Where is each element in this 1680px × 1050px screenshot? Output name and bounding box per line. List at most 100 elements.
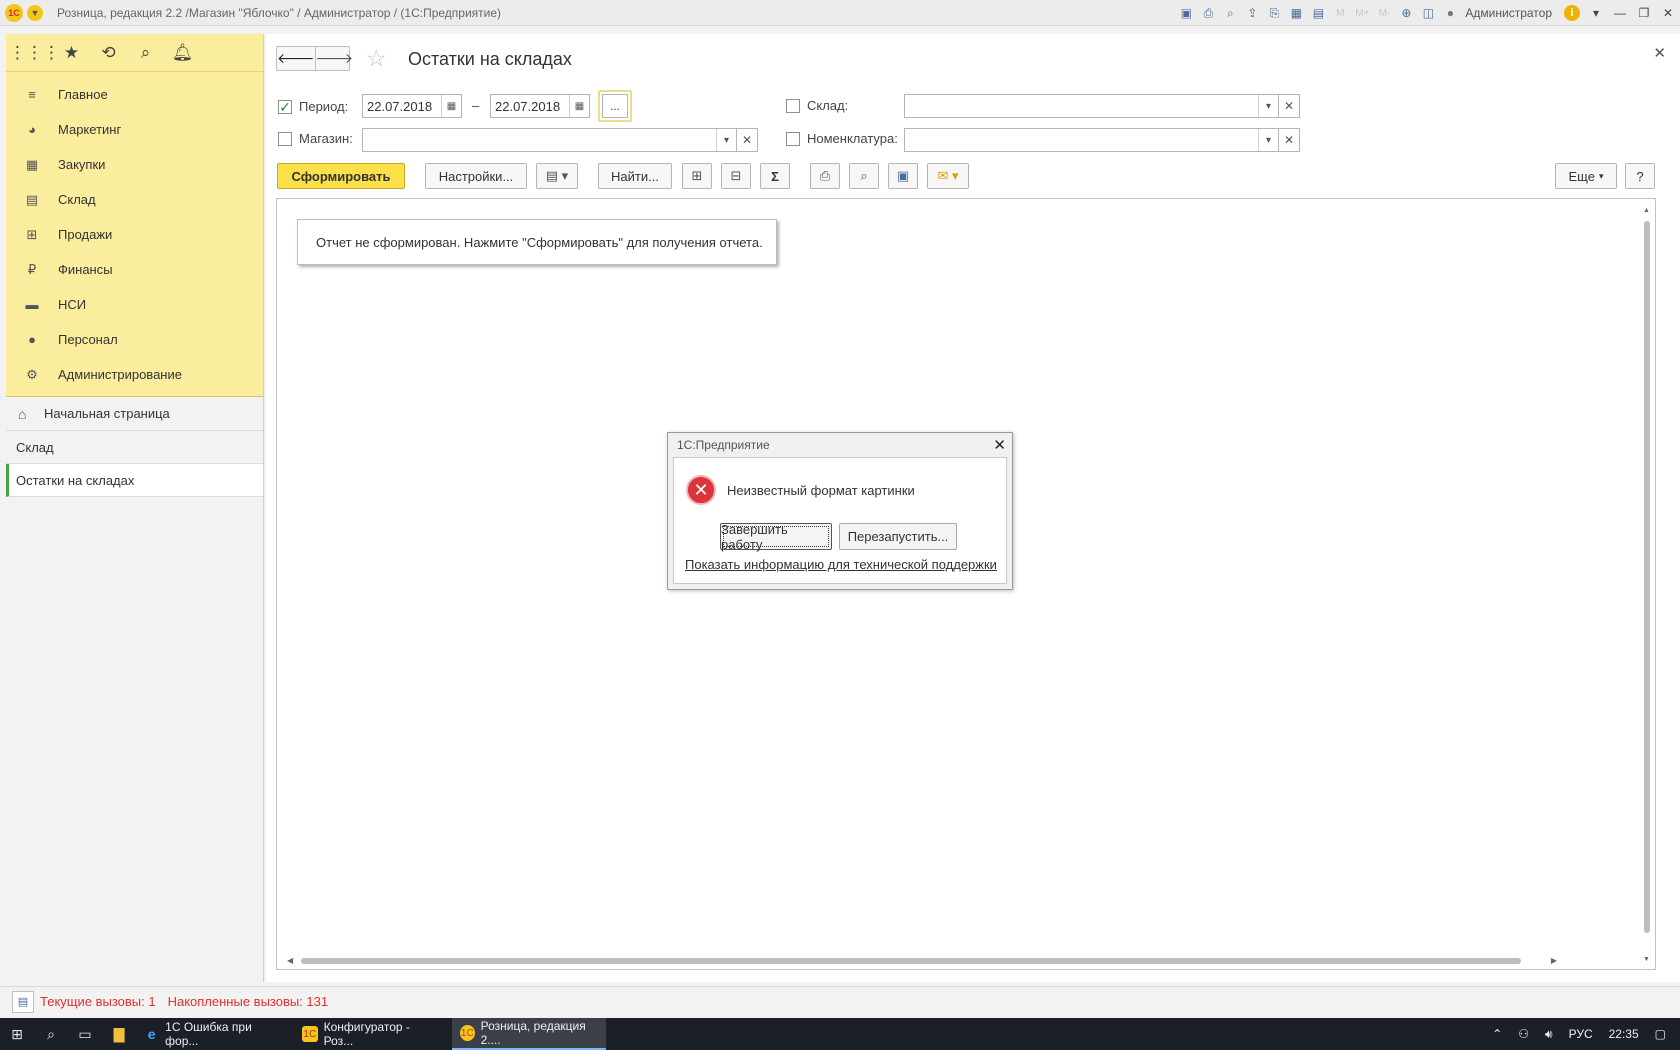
nomenclature-input[interactable]: ▾ <box>904 128 1279 152</box>
restore-button[interactable]: ❐ <box>1632 0 1656 26</box>
app-logo-icon[interactable]: 1С <box>5 3 23 22</box>
user-icon: ● <box>1446 6 1455 20</box>
task-view-icon[interactable]: ▭ <box>68 1018 102 1050</box>
vertical-scroll-thumb[interactable] <box>1644 221 1650 933</box>
find-button[interactable]: Найти... <box>598 163 672 189</box>
settings-button[interactable]: Настройки... <box>425 163 527 189</box>
retail-1c-icon: 1C <box>460 1025 475 1041</box>
calendar-icon[interactable]: ▦ <box>569 95 589 117</box>
tech-support-link[interactable]: Показать информацию для технической подд… <box>685 557 997 572</box>
period-select-button[interactable]: ... <box>598 90 632 122</box>
nav-item-warehouse[interactable]: Склад <box>6 431 263 464</box>
taskbar-app-retail[interactable]: 1C Розница, редакция 2.... <box>452 1018 606 1050</box>
date-to-field[interactable]: 22.07.2018 ▦ <box>490 94 590 118</box>
network-icon[interactable]: ⚇ <box>1518 1027 1529 1041</box>
warehouse-clear-icon[interactable]: ✕ <box>1278 94 1300 118</box>
section-warehouse[interactable]: ▤ Склад <box>6 182 263 217</box>
back-arrow-icon[interactable]: 🡐 <box>277 47 316 70</box>
user-name[interactable]: Администратор <box>1465 6 1552 20</box>
notifications-bell-icon[interactable]: 🔔︎ <box>164 38 201 68</box>
link-icon[interactable]: ⇪ <box>1244 5 1260 21</box>
chevron-down-icon[interactable]: ▾ <box>1258 95 1278 117</box>
status-bar: ▤ Текущие вызовы: 1 Накопленные вызовы: … <box>0 986 1680 1016</box>
generate-button[interactable]: Сформировать <box>277 163 405 189</box>
calendar-icon[interactable]: ▦ <box>441 95 461 117</box>
section-label: Главное <box>58 87 108 102</box>
section-marketing[interactable]: ◕ Маркетинг <box>6 112 263 147</box>
more-button[interactable]: Еще ▾ <box>1555 163 1617 189</box>
print-icon[interactable]: ⎙ <box>1200 5 1216 21</box>
search-icon[interactable]: ⌕ <box>34 1018 68 1050</box>
send-email-button[interactable]: ✉ ▾ <box>927 163 969 189</box>
apps-grid-icon[interactable]: ⋮⋮⋮ <box>9 38 60 68</box>
notifications-icon[interactable]: ▢ <box>1655 1027 1666 1041</box>
warehouse-input[interactable]: ▾ <box>904 94 1279 118</box>
period-checkbox[interactable]: ✓ <box>278 99 292 114</box>
vertical-scrollbar[interactable]: ▲ ▼ <box>1643 207 1651 963</box>
section-purchases[interactable]: ▦ Закупки <box>6 147 263 182</box>
favorites-star-icon[interactable]: ★ <box>53 38 90 68</box>
store-input[interactable]: ▾ <box>362 128 737 152</box>
file-explorer-icon[interactable]: ▇ <box>102 1018 136 1050</box>
restart-button[interactable]: Перезапустить... <box>839 523 957 550</box>
section-nsi[interactable]: ▬ НСИ <box>6 287 263 322</box>
keyboard-language[interactable]: РУС <box>1569 1027 1593 1041</box>
search-icon[interactable]: ⌕ <box>127 38 164 68</box>
scroll-down-icon[interactable]: ▼ <box>1643 956 1650 963</box>
main-menu-icon[interactable]: ▼ <box>27 4 43 21</box>
nomenclature-checkbox[interactable] <box>786 131 800 146</box>
info-icon[interactable]: i <box>1564 5 1580 21</box>
horizontal-scroll-thumb[interactable] <box>301 958 1521 964</box>
expand-groups-button[interactable]: ⊞ <box>682 163 712 189</box>
section-finance[interactable]: ₽ Финансы <box>6 252 263 287</box>
chevron-down-icon[interactable]: ▾ <box>1258 129 1278 151</box>
scroll-up-icon[interactable]: ▲ <box>1643 207 1650 214</box>
dialog-close-icon[interactable]: ✕ <box>993 436 1006 454</box>
variants-button[interactable]: ▤ ▾ <box>536 163 578 189</box>
horizontal-scrollbar[interactable]: ◀ ▶ <box>287 956 1557 965</box>
chevron-down-icon[interactable]: ▾ <box>716 129 736 151</box>
store-checkbox[interactable] <box>278 131 292 146</box>
history-icon[interactable]: ⟲ <box>90 38 127 68</box>
close-form-icon[interactable]: ✕ <box>1653 44 1666 62</box>
attach-icon[interactable]: ⎘ <box>1266 5 1282 21</box>
date-from-field[interactable]: 22.07.2018 ▦ <box>362 94 462 118</box>
close-window-button[interactable]: ✕ <box>1656 0 1680 26</box>
minimize-button[interactable]: — <box>1608 0 1632 26</box>
warehouse-checkbox[interactable] <box>786 98 800 113</box>
section-personnel[interactable]: ● Персонал <box>6 322 263 357</box>
preview-button[interactable]: ⌕ <box>849 163 879 189</box>
dropdown-icon[interactable]: ▾ <box>1584 0 1608 26</box>
help-button[interactable]: ? <box>1625 163 1655 189</box>
nav-item-stock-balances[interactable]: Остатки на складах <box>6 464 263 497</box>
forward-arrow-icon[interactable]: 🡒 <box>316 47 354 70</box>
sum-button[interactable]: Σ <box>760 163 790 189</box>
panels-icon[interactable]: ◫ <box>1420 5 1436 21</box>
save-icon[interactable]: ▣ <box>1178 5 1194 21</box>
calculator-icon[interactable]: ▦ <box>1288 5 1304 21</box>
windows-start-icon[interactable]: ⊞ <box>0 1018 34 1050</box>
section-label: НСИ <box>58 297 87 312</box>
performance-icon[interactable]: ▤ <box>12 990 34 1013</box>
zoom-icon[interactable]: ⊕ <box>1398 5 1414 21</box>
scroll-left-icon[interactable]: ◀ <box>287 956 293 965</box>
collapse-groups-button[interactable]: ⊟ <box>721 163 751 189</box>
taskbar-app-browser[interactable]: e 1С Ошибка при фор... <box>136 1018 290 1050</box>
section-main[interactable]: ≡ Главное <box>6 77 263 112</box>
calendar-icon[interactable]: ▤ <box>1310 5 1326 21</box>
section-administration[interactable]: ⚙ Администрирование <box>6 357 263 392</box>
preview-icon[interactable]: ⌕ <box>1222 5 1238 21</box>
section-sales[interactable]: ⊞ Продажи <box>6 217 263 252</box>
tray-chevron-up-icon[interactable]: ⌃ <box>1492 1027 1502 1041</box>
print-button[interactable]: ⎙ <box>810 163 840 189</box>
taskbar-app-configurator[interactable]: 1C Конфигуратор - Роз... <box>294 1018 448 1050</box>
scroll-right-icon[interactable]: ▶ <box>1551 956 1557 965</box>
clock[interactable]: 22:35 <box>1609 1027 1639 1041</box>
exit-button[interactable]: Завершить работу <box>720 522 832 552</box>
save-button[interactable]: ▣ <box>888 163 918 189</box>
favorite-star-icon[interactable]: ☆ <box>366 45 387 72</box>
nomenclature-clear-icon[interactable]: ✕ <box>1278 128 1300 152</box>
volume-icon[interactable]: 🔊︎ <box>1545 1027 1553 1042</box>
nav-home-page[interactable]: ⌂ Начальная страница <box>6 397 263 431</box>
store-clear-icon[interactable]: ✕ <box>736 128 758 152</box>
